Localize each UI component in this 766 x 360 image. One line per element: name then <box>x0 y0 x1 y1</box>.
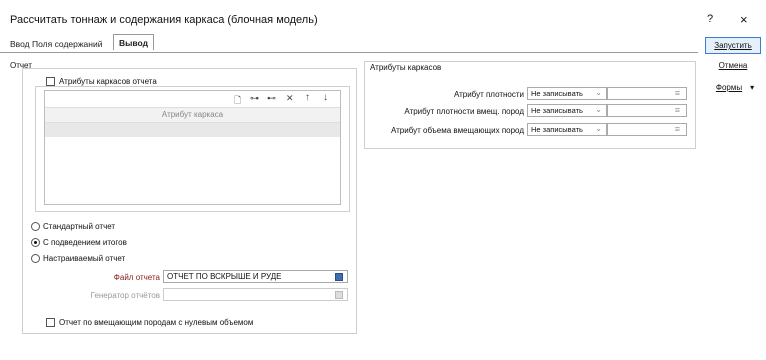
forms-button-label: Формы <box>715 83 743 92</box>
report-file-value: ОТЧЕТ ПО ВСКРЫШЕ И РУДЕ <box>167 272 282 281</box>
attribute-table-header: Атрибут каркаса <box>45 108 340 123</box>
window-title: Рассчитать тоннаж и содержания каркаса (… <box>10 14 318 26</box>
delete-icon[interactable]: ✕ <box>286 93 294 104</box>
zero-volume-label: Отчет по вмещающим породам с нулевым объ… <box>59 318 254 327</box>
list-icon[interactable]: ≡ <box>675 105 680 115</box>
host-volume-attribute-combo[interactable]: Не записывать ⌄ <box>527 123 607 136</box>
cancel-button[interactable]: Отмена <box>705 57 761 74</box>
insert-icon[interactable]: ⊶ <box>250 93 259 104</box>
chevron-down-icon: ▾ <box>750 83 755 92</box>
report-generator-label: Генератор отчётов <box>90 291 160 300</box>
attribute-table-toolbar: 🗋 ⊶ ⊷ ✕ ↑ ↓ <box>45 91 340 108</box>
wireframe-attributes-title: Атрибуты каркасов <box>370 63 442 72</box>
tab-grade-fields[interactable]: Поля содержаний <box>28 37 106 51</box>
host-volume-attribute-field[interactable]: ≡ <box>607 123 687 136</box>
list-icon[interactable]: ≡ <box>675 124 680 134</box>
chevron-down-icon: ⌄ <box>595 105 602 114</box>
host-density-attribute-combo[interactable]: Не записывать ⌄ <box>527 104 607 117</box>
host-density-attribute-label: Атрибут плотности вмещ. пород <box>404 107 524 116</box>
host-density-attribute-combo-value: Не записывать <box>531 106 583 115</box>
help-button[interactable]: ? <box>707 13 713 25</box>
report-attributes-checkbox[interactable] <box>46 77 55 86</box>
density-attribute-combo[interactable]: Не записывать ⌄ <box>527 87 607 100</box>
density-attribute-combo-value: Не записывать <box>531 89 583 98</box>
report-file-label: Файл отчета <box>113 273 160 282</box>
host-volume-attribute-combo-value: Не записывать <box>531 125 583 134</box>
append-icon[interactable]: ⊷ <box>267 93 276 104</box>
browse-disabled-icon <box>335 291 343 299</box>
cancel-button-label: Отмена <box>718 61 748 70</box>
tab-divider <box>0 52 698 53</box>
report-attributes-label: Атрибуты каркасов отчета <box>59 77 157 86</box>
summary-report-radio[interactable] <box>31 238 40 247</box>
list-icon[interactable]: ≡ <box>675 88 680 98</box>
summary-report-label: С подведением итогов <box>43 238 127 247</box>
attribute-table: 🗋 ⊶ ⊷ ✕ ↑ ↓ Атрибут каркаса <box>44 90 341 205</box>
chevron-down-icon: ⌄ <box>595 124 602 133</box>
move-down-icon[interactable]: ↓ <box>323 92 328 103</box>
report-generator-field[interactable] <box>163 288 348 301</box>
custom-report-radio[interactable] <box>31 254 40 263</box>
chevron-down-icon: ⌄ <box>595 88 602 97</box>
forms-button[interactable]: Формы ▾ <box>705 79 765 96</box>
run-button-label: Запустить <box>714 41 752 50</box>
new-icon[interactable]: 🗋 <box>234 93 241 109</box>
density-attribute-field[interactable]: ≡ <box>607 87 687 100</box>
host-volume-attribute-label: Атрибут объема вмещающих пород <box>390 126 524 135</box>
zero-volume-checkbox[interactable] <box>46 318 55 327</box>
close-button[interactable]: × <box>740 12 748 27</box>
density-attribute-label: Атрибут плотности <box>453 90 524 99</box>
standard-report-label: Стандартный отчет <box>43 222 116 231</box>
host-density-attribute-field[interactable]: ≡ <box>607 104 687 117</box>
report-file-field[interactable]: ОТЧЕТ ПО ВСКРЫШЕ И РУДЕ <box>163 270 348 283</box>
browse-icon[interactable] <box>335 273 343 281</box>
table-row[interactable] <box>45 123 340 137</box>
move-up-icon[interactable]: ↑ <box>305 92 310 103</box>
custom-report-label: Настраиваемый отчет <box>43 254 126 263</box>
tab-output[interactable]: Вывод <box>113 34 154 50</box>
standard-report-radio[interactable] <box>31 222 40 231</box>
run-button[interactable]: Запустить <box>705 37 761 54</box>
